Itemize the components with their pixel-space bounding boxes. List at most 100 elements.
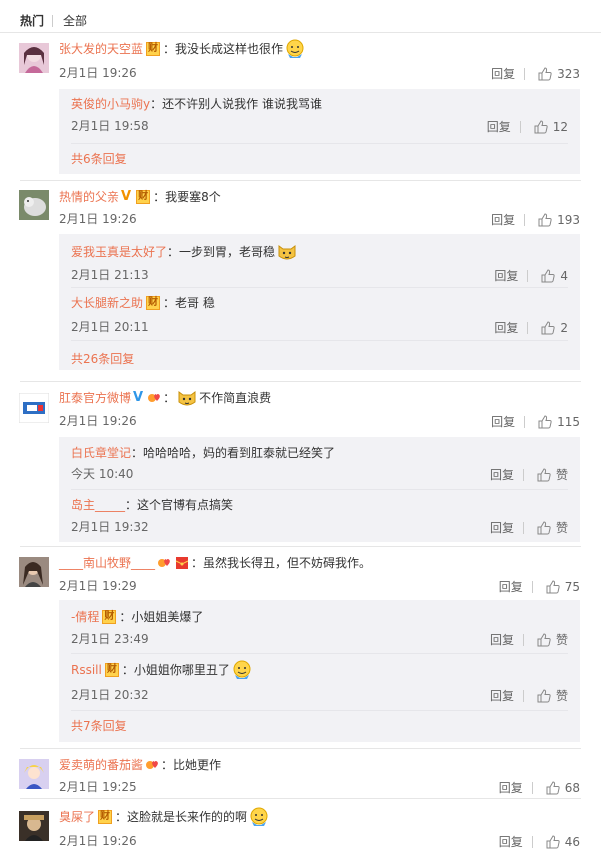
- smile-emoji-icon: [250, 807, 268, 826]
- username-link[interactable]: 英俊的小马驹y: [71, 96, 150, 112]
- like-button[interactable]: 赞: [537, 687, 568, 704]
- doge-emoji-icon: [178, 391, 196, 406]
- comment-time: 2月1日 19:29: [59, 579, 137, 593]
- reply-text: 哈哈哈哈，妈的看到肛泰就已经笑了: [143, 446, 336, 460]
- like-count: 赞: [555, 521, 568, 535]
- more-replies-link[interactable]: 共7条回复: [71, 718, 127, 734]
- thumbs-up-icon: [541, 320, 555, 334]
- reply-button[interactable]: 回复: [487, 118, 511, 135]
- like-button[interactable]: 75: [546, 580, 580, 594]
- wealth-badge-icon[interactable]: 财: [146, 42, 161, 56]
- thumbs-up-icon: [541, 268, 555, 282]
- reply-button[interactable]: 回复: [499, 578, 523, 595]
- reply-button[interactable]: 回复: [491, 65, 515, 82]
- verified-v-icon[interactable]: V: [133, 390, 143, 406]
- username-link[interactable]: 岛主_____: [71, 497, 125, 513]
- username-link[interactable]: 肛泰官方微博: [59, 390, 131, 406]
- reply-button[interactable]: 回复: [499, 779, 523, 796]
- reply-header: -倩程 财 ： 小姐姐美爆了: [71, 609, 204, 625]
- username-link[interactable]: 爱卖萌的番茄酱: [59, 757, 143, 773]
- comment-text: 这脸就是长来作的的啊: [127, 810, 248, 824]
- thumbs-up-icon: [537, 632, 551, 646]
- comment-actions: 回复 193: [491, 211, 580, 228]
- wealth-badge-icon[interactable]: 财: [104, 663, 119, 677]
- divider: [20, 381, 581, 382]
- username-link[interactable]: 臭屎了: [59, 809, 95, 825]
- divider: [20, 798, 581, 799]
- username-link[interactable]: Rssill: [71, 662, 102, 678]
- like-button[interactable]: 46: [546, 835, 580, 849]
- like-button[interactable]: 4: [541, 269, 568, 283]
- wealth-badge-icon[interactable]: 财: [102, 610, 117, 624]
- like-button[interactable]: 赞: [537, 466, 568, 483]
- tab-all[interactable]: 全部: [63, 13, 87, 29]
- username-link[interactable]: -倩程: [71, 609, 99, 625]
- avatar[interactable]: [19, 759, 49, 789]
- like-count: 193: [557, 212, 580, 227]
- red-packet-icon[interactable]: [175, 556, 189, 570]
- avatar[interactable]: [19, 43, 49, 73]
- username-link[interactable]: 白氏章堂记: [71, 445, 131, 461]
- reply-time: 今天 10:40: [71, 467, 134, 481]
- vip-v-icon[interactable]: V: [121, 189, 131, 205]
- username-link[interactable]: 张大发的天空蓝: [59, 41, 143, 57]
- tab-hot[interactable]: 热门: [20, 13, 44, 29]
- avatar[interactable]: [19, 811, 49, 841]
- reply-actions: 回复 2: [494, 319, 568, 336]
- thumbs-up-icon: [537, 688, 551, 702]
- comment-time: 2月1日 19:26: [59, 414, 137, 428]
- like-button[interactable]: 193: [538, 213, 580, 227]
- username-link[interactable]: 热情的父亲: [59, 189, 119, 205]
- like-button[interactable]: 赞: [537, 631, 568, 648]
- more-replies-link[interactable]: 共26条回复: [71, 351, 134, 367]
- reply-button[interactable]: 回复: [491, 211, 515, 228]
- comment-header: 张大发的天空蓝 财 ： 我没长成这样也很作: [59, 39, 307, 58]
- like-count: 75: [564, 579, 580, 594]
- fan-heart-icon[interactable]: [157, 556, 171, 570]
- avatar[interactable]: [19, 393, 49, 423]
- thumbs-up-icon: [546, 579, 560, 593]
- reply-list: 爱我玉真是太好了 ： 一步到胃，老哥稳 2月1日 21:13 回复 4 大长腿新…: [59, 234, 580, 370]
- reply-actions: 回复 4: [494, 267, 568, 284]
- username-link[interactable]: ____南山牧野____: [59, 555, 155, 571]
- comment-header: 爱卖萌的番茄酱 ： 比她更作: [59, 757, 222, 773]
- fan-heart-icon[interactable]: [145, 758, 159, 772]
- username-link[interactable]: 大长腿新之助: [71, 295, 143, 311]
- comment-text: 比她更作: [173, 758, 222, 772]
- reply-button[interactable]: 回复: [494, 267, 518, 284]
- thumbs-up-icon: [537, 520, 551, 534]
- comment-actions: 回复 68: [499, 779, 580, 796]
- like-button[interactable]: 323: [538, 67, 580, 81]
- like-button[interactable]: 115: [538, 415, 580, 429]
- like-count: 赞: [555, 468, 568, 482]
- wealth-badge-icon[interactable]: 财: [98, 810, 113, 824]
- reply-button[interactable]: 回复: [490, 687, 514, 704]
- like-button[interactable]: 2: [541, 321, 568, 335]
- reply-button[interactable]: 回复: [494, 319, 518, 336]
- like-button[interactable]: 12: [534, 120, 568, 134]
- fan-heart-icon[interactable]: [147, 391, 161, 405]
- wealth-badge-icon[interactable]: 财: [146, 296, 161, 310]
- divider: [20, 748, 581, 749]
- comment-time: 2月1日 19:26: [59, 66, 137, 80]
- more-replies-link[interactable]: 共6条回复: [71, 151, 127, 167]
- thumbs-up-icon: [538, 66, 552, 80]
- avatar[interactable]: [19, 557, 49, 587]
- reply-header: 岛主_____ ： 这个官博有点搞笑: [71, 497, 234, 513]
- like-count: 46: [564, 834, 580, 849]
- comment-actions: 回复 323: [491, 65, 580, 82]
- thumbs-up-icon: [546, 780, 560, 794]
- like-button[interactable]: 68: [546, 781, 580, 795]
- like-button[interactable]: 赞: [537, 519, 568, 536]
- reply-button[interactable]: 回复: [490, 631, 514, 648]
- reply-button[interactable]: 回复: [499, 833, 523, 850]
- avatar[interactable]: [19, 190, 49, 220]
- username-link[interactable]: 爱我玉真是太好了: [71, 244, 167, 260]
- like-count: 12: [552, 119, 568, 134]
- reply-button[interactable]: 回复: [491, 413, 515, 430]
- thumbs-up-icon: [537, 467, 551, 481]
- wealth-badge-icon[interactable]: 财: [136, 190, 151, 204]
- reply-button[interactable]: 回复: [490, 466, 514, 483]
- reply-button[interactable]: 回复: [490, 519, 514, 536]
- reply-list: -倩程 财 ： 小姐姐美爆了 2月1日 23:49 回复 赞 Rssill 财 …: [59, 600, 580, 742]
